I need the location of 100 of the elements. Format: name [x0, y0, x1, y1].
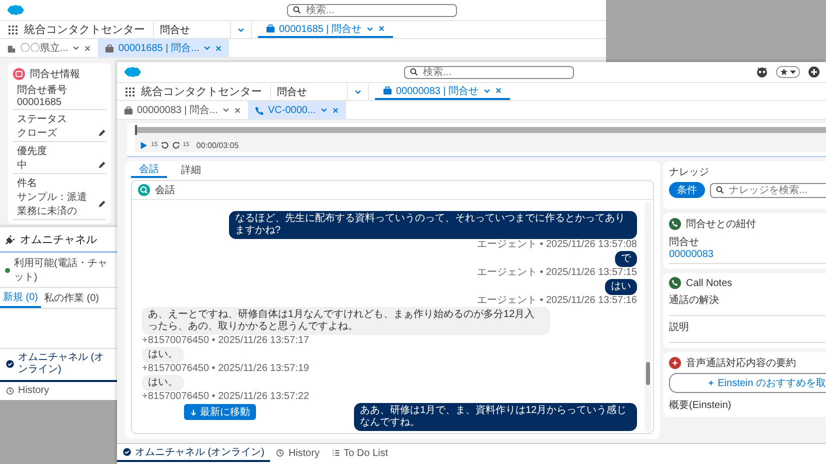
seek-track[interactable] — [135, 127, 826, 133]
field-label: 通話の解決 — [669, 294, 720, 307]
card-title: 問合せとの紐付 — [686, 218, 756, 231]
jump-to-latest-button[interactable]: 最新に移動 — [184, 404, 256, 420]
phone-icon — [254, 106, 264, 114]
chevron-down-icon — [237, 26, 245, 34]
sparkle-icon — [706, 379, 715, 387]
message-meta: エージェント • 2025/11/26 13:57:15 — [476, 267, 637, 278]
message-meta: エージェント • 2025/11/26 13:57:16 — [476, 295, 637, 306]
card-title: Call Notes — [686, 278, 732, 288]
field-value: サンプル：派遣業務に未済の — [17, 190, 88, 218]
utility-item[interactable]: To Do List — [326, 444, 394, 462]
utility-item[interactable]: History — [0, 382, 117, 400]
caret-icon — [790, 69, 796, 75]
play-icon[interactable] — [139, 140, 148, 150]
close-icon[interactable] — [234, 106, 241, 114]
filter-button[interactable]: 条件 — [669, 182, 705, 198]
building-icon — [7, 44, 16, 52]
briefcase-icon — [266, 24, 275, 33]
robot-face-icon[interactable] — [756, 66, 768, 78]
utility-item[interactable]: History — [270, 444, 326, 462]
chevron-down-icon[interactable] — [203, 44, 212, 52]
check-circle-icon — [6, 360, 14, 368]
field-label: 説明 — [669, 320, 690, 334]
search-field[interactable]: 検索... — [404, 66, 574, 78]
close-icon[interactable] — [378, 25, 385, 32]
card-title: 会話 — [155, 184, 175, 197]
field-label: 優先度 — [17, 144, 48, 158]
field-label: 件名 — [17, 177, 38, 190]
app-launcher-icon[interactable] — [8, 24, 18, 34]
close-icon[interactable] — [494, 87, 502, 94]
tab[interactable]: 詳細 — [173, 161, 209, 178]
chevron-down-icon — [354, 88, 362, 96]
app-launcher-icon[interactable] — [125, 86, 135, 96]
message-meta: +81570076450 • 2025/11/26 13:57:22 — [142, 391, 310, 402]
subtab[interactable]: 00001685 | 問合... — [98, 39, 230, 57]
star-icon — [780, 68, 788, 76]
card-title: ナレッジ — [669, 166, 710, 179]
field-label: 問合せ — [669, 236, 700, 249]
panel-title: オムニチャネル — [20, 233, 97, 247]
app-name: 統合コンタクトセンター — [141, 84, 271, 99]
phone-icon — [669, 277, 681, 289]
playback-time: 00:00/03:05 — [196, 140, 239, 150]
sparkle-icon — [669, 357, 681, 369]
close-icon[interactable] — [84, 44, 92, 52]
chevron-down-icon[interactable] — [72, 44, 80, 52]
message-bubble: はい。 — [142, 347, 184, 363]
chevron-down-icon[interactable] — [482, 86, 491, 94]
object-selector[interactable]: 問合せ — [277, 84, 341, 100]
close-icon[interactable] — [215, 44, 222, 52]
field-value: 00001685 — [17, 97, 62, 108]
status-dot-icon — [5, 268, 10, 272]
tab[interactable]: 新規 (0) — [0, 288, 41, 308]
field-value: クローズ — [17, 127, 57, 140]
cloud-logo-icon — [6, 4, 24, 16]
case-icon — [13, 68, 25, 80]
message-bubble: で — [615, 251, 637, 267]
favorites-button[interactable] — [776, 66, 800, 78]
object-selector[interactable]: 問合せ — [160, 22, 224, 38]
search-field[interactable]: ナレッジを検索... — [710, 182, 826, 198]
chevron-down-icon[interactable] — [222, 106, 230, 114]
chevron-down-icon[interactable] — [320, 106, 328, 114]
add-icon[interactable] — [808, 66, 820, 78]
field-value: 中 — [17, 158, 27, 172]
utility-item[interactable]: オムニチャネル (オンライン) — [117, 444, 270, 462]
scrollbar[interactable] — [645, 202, 651, 431]
app-name: 統合コンタクトセンター — [24, 22, 154, 37]
clock-icon — [276, 449, 284, 457]
search-field[interactable]: 検索... — [287, 4, 457, 16]
card-title: 音声通話対応内容の要約 — [686, 356, 796, 370]
tab[interactable]: 私の作業 (0) — [41, 288, 102, 308]
message-bubble: はい。 — [142, 375, 184, 391]
rewind-icon[interactable] — [160, 141, 169, 149]
search-icon — [716, 186, 724, 194]
message-bubble: ああ、研修は1月で、ま、資料作りは12月からっていう感じなんですね。 — [354, 403, 637, 431]
search-icon — [293, 6, 301, 14]
arrow-down-icon — [190, 408, 198, 416]
clock-icon — [6, 386, 14, 395]
subtab[interactable]: 00000083 | 問合... — [117, 101, 248, 119]
subtab[interactable]: VC-0000... — [248, 101, 346, 119]
presence-status[interactable]: 利用可能(電話・チャット) — [14, 256, 112, 284]
forward-icon[interactable] — [172, 141, 180, 149]
plug-icon — [5, 234, 15, 244]
message-meta: +81570076450 • 2025/11/26 13:57:17 — [142, 335, 310, 346]
message-bubble: はい — [605, 279, 637, 295]
case-link[interactable]: 00000083 — [669, 249, 826, 260]
pencil-icon[interactable] — [98, 161, 106, 169]
einstein-button[interactable]: Einstein のおすすめを取 — [669, 373, 826, 393]
field-label: 概要(Einstein) — [669, 398, 732, 412]
close-icon[interactable] — [332, 106, 339, 114]
cloud-logo-icon — [123, 66, 141, 78]
search-icon — [410, 68, 418, 76]
check-circle-icon — [123, 448, 131, 456]
pencil-icon[interactable] — [98, 129, 106, 137]
tab[interactable]: 会話 — [131, 161, 167, 178]
pencil-icon[interactable] — [98, 200, 106, 208]
message-bubble: あ、えーとですね、研修自体は1月なんですけれども、まぁ作り始めるのが多分12月入ったら、あの、取りかかると思うんですよね。 — [142, 307, 550, 335]
field-label: 問合せ番号 — [17, 84, 68, 97]
chevron-down-icon[interactable] — [366, 24, 374, 32]
subtab[interactable]: 〇〇県立... — [0, 39, 98, 57]
